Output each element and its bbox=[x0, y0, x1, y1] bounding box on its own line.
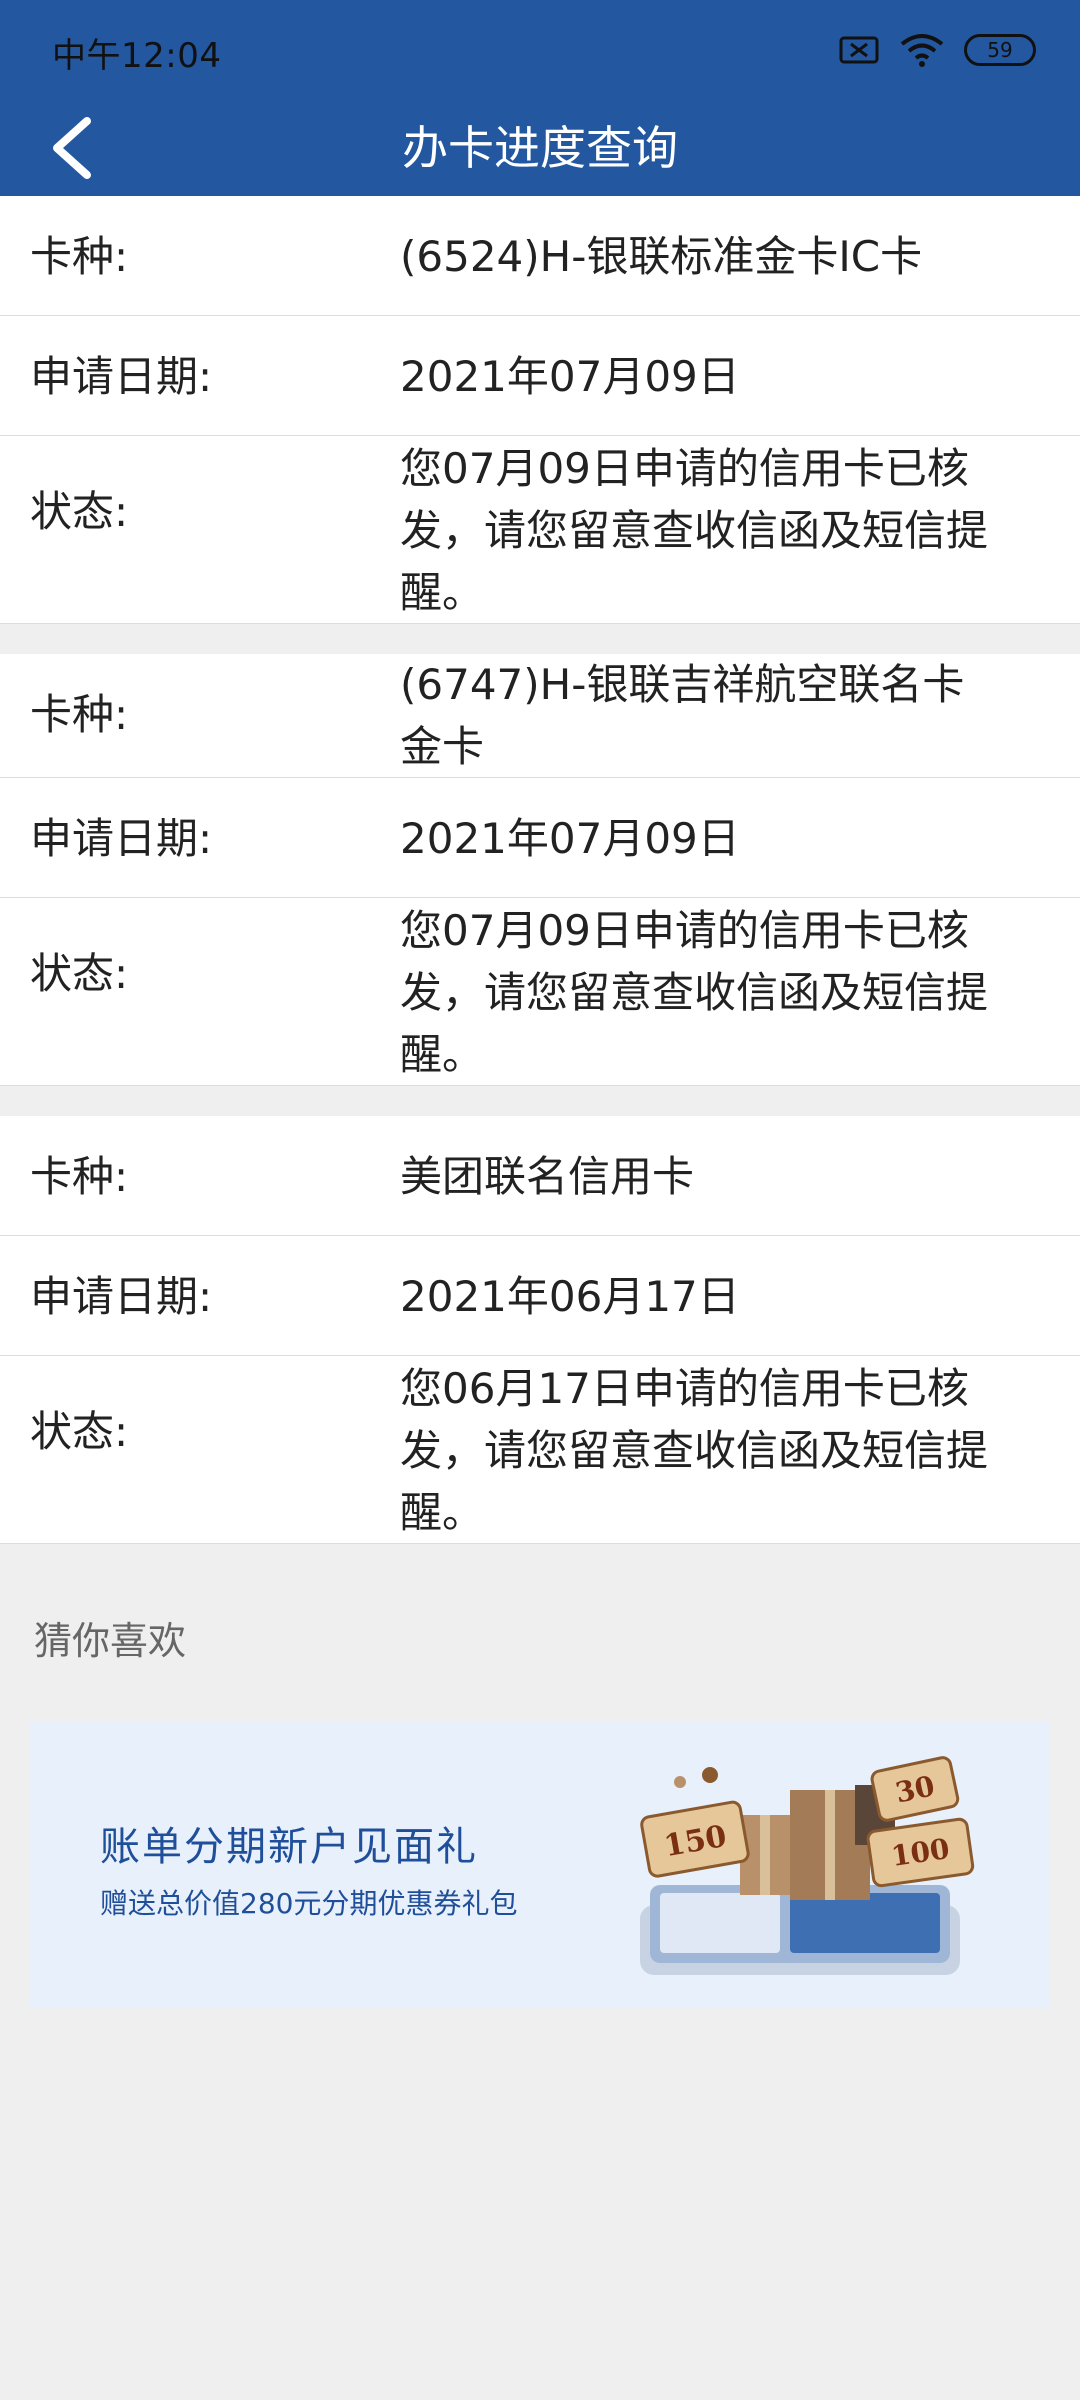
card-type-row: 卡种: (6524)H-银联标准金卡IC卡 bbox=[0, 196, 1080, 316]
banner-title: 账单分期新户见面礼 bbox=[100, 1824, 478, 1870]
card-type-row: 卡种: 美团联名信用卡 bbox=[0, 1116, 1080, 1236]
decor-dot bbox=[674, 1776, 686, 1788]
status-value: 您07月09日申请的信用卡已核发，请您留意查收信函及短信提醒。 bbox=[400, 906, 989, 1079]
apply-date-label: 申请日期: bbox=[30, 352, 213, 401]
apply-date-value: 2021年06月17日 bbox=[400, 1272, 740, 1321]
card-type-label: 卡种: bbox=[30, 232, 129, 281]
card-type-label: 卡种: bbox=[30, 1152, 129, 1201]
tablet-panel bbox=[790, 1893, 940, 1953]
gift-coupons-illustration: 150 30 100 bbox=[640, 1756, 975, 1975]
coupon-30: 30 bbox=[870, 1756, 960, 1822]
apply-date-value: 2021年07月09日 bbox=[400, 352, 740, 401]
apply-date-row: 申请日期: 2021年07月09日 bbox=[0, 316, 1080, 436]
status-label: 状态: bbox=[30, 949, 129, 998]
promo-banner[interactable]: 账单分期新户见面礼 赠送总价值280元分期优惠券礼包 150 30 100 bbox=[30, 1722, 1050, 2008]
status-icons: 59 bbox=[838, 32, 1036, 68]
application-card: 卡种: (6747)H-银联吉祥航空联名卡金卡 申请日期: 2021年07月09… bbox=[0, 654, 1080, 1086]
page-title: 办卡进度查询 bbox=[402, 121, 678, 175]
battery-icon: 59 bbox=[964, 34, 1036, 66]
status-label: 状态: bbox=[30, 487, 129, 536]
title-bar: 办卡进度查询 bbox=[0, 100, 1080, 196]
card-type-value: (6747)H-银联吉祥航空联名卡金卡 bbox=[400, 660, 965, 771]
coupon-100: 100 bbox=[866, 1817, 975, 1888]
card-type-row: 卡种: (6747)H-银联吉祥航空联名卡金卡 bbox=[0, 654, 1080, 778]
gift-ribbon bbox=[825, 1790, 835, 1900]
status-bar: 中午12:04 59 bbox=[0, 0, 1080, 100]
status-row: 状态: 您07月09日申请的信用卡已核发，请您留意查收信函及短信提醒。 bbox=[0, 898, 1080, 1085]
gift-ribbon bbox=[760, 1815, 770, 1895]
status-label: 状态: bbox=[30, 1407, 129, 1456]
application-card: 卡种: (6524)H-银联标准金卡IC卡 申请日期: 2021年07月09日 … bbox=[0, 196, 1080, 624]
status-row: 状态: 您06月17日申请的信用卡已核发，请您留意查收信函及短信提醒。 bbox=[0, 1356, 1080, 1543]
recommend-title: 猜你喜欢 bbox=[34, 1619, 187, 1663]
no-sim-icon bbox=[839, 36, 879, 64]
tablet-panel bbox=[660, 1893, 780, 1953]
card-type-value: (6524)H-银联标准金卡IC卡 bbox=[400, 232, 923, 281]
apply-date-row: 申请日期: 2021年07月09日 bbox=[0, 778, 1080, 898]
decor-dot bbox=[702, 1767, 718, 1783]
apply-date-label: 申请日期: bbox=[30, 814, 213, 863]
application-card: 卡种: 美团联名信用卡 申请日期: 2021年06月17日 状态: 您06月17… bbox=[0, 1116, 1080, 1544]
application-list: 卡种: (6524)H-银联标准金卡IC卡 申请日期: 2021年07月09日 … bbox=[0, 196, 1080, 1574]
card-type-label: 卡种: bbox=[30, 690, 129, 739]
apply-date-label: 申请日期: bbox=[30, 1272, 213, 1321]
status-value: 您07月09日申请的信用卡已核发，请您留意查收信函及短信提醒。 bbox=[400, 444, 989, 617]
apply-date-row: 申请日期: 2021年06月17日 bbox=[0, 1236, 1080, 1356]
battery-level: 59 bbox=[987, 38, 1013, 62]
wifi-icon bbox=[900, 34, 944, 67]
status-value: 您06月17日申请的信用卡已核发，请您留意查收信函及短信提醒。 bbox=[400, 1364, 989, 1537]
apply-date-value: 2021年07月09日 bbox=[400, 814, 740, 863]
card-type-value: 美团联名信用卡 bbox=[400, 1152, 695, 1201]
coupon-150: 150 bbox=[640, 1800, 750, 1878]
banner-subtitle: 赠送总价值280元分期优惠券礼包 bbox=[100, 1887, 518, 1920]
status-row: 状态: 您07月09日申请的信用卡已核发，请您留意查收信函及短信提醒。 bbox=[0, 436, 1080, 623]
header: 中午12:04 59 办卡进度查询 bbox=[0, 0, 1080, 196]
status-time: 中午12:04 bbox=[52, 36, 222, 76]
